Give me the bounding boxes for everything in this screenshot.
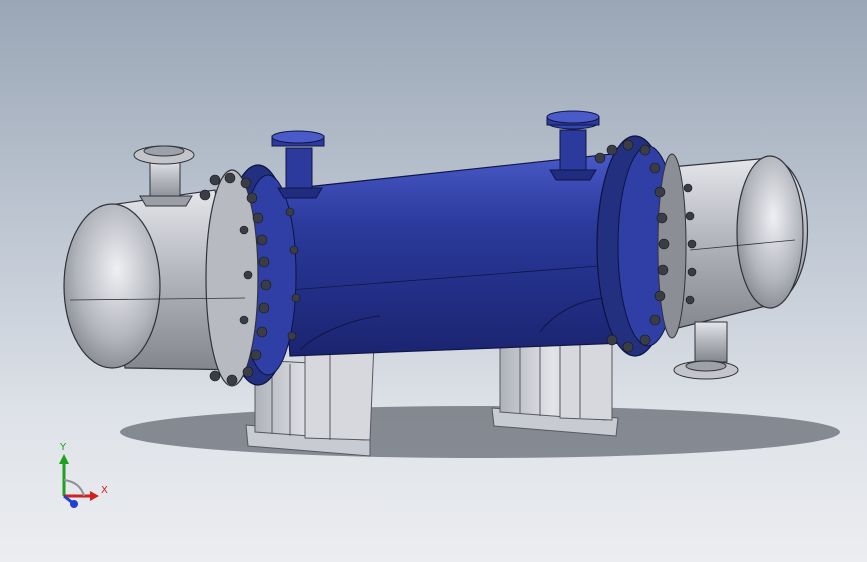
nozzle-top-right[interactable] — [546, 110, 600, 181]
shell-body[interactable] — [277, 151, 651, 357]
triad-axes — [59, 454, 99, 508]
ground-shadow — [120, 406, 840, 458]
graphics-viewport[interactable]: Y X — [0, 0, 867, 562]
nozzle-bottom-right[interactable] — [673, 321, 739, 380]
y-axis-arrow — [59, 454, 69, 464]
y-axis-label: Y — [60, 442, 67, 453]
z-axis-arrow — [70, 500, 78, 508]
nozzle-top-left[interactable] — [271, 130, 325, 199]
x-axis-label: X — [101, 485, 108, 496]
flange-right[interactable] — [596, 135, 687, 357]
x-axis-arrow — [90, 491, 99, 501]
nozzle-top-left-head[interactable] — [133, 145, 195, 207]
orientation-triad[interactable]: Y X — [40, 440, 120, 515]
heat-exchanger-model[interactable] — [0, 0, 867, 562]
